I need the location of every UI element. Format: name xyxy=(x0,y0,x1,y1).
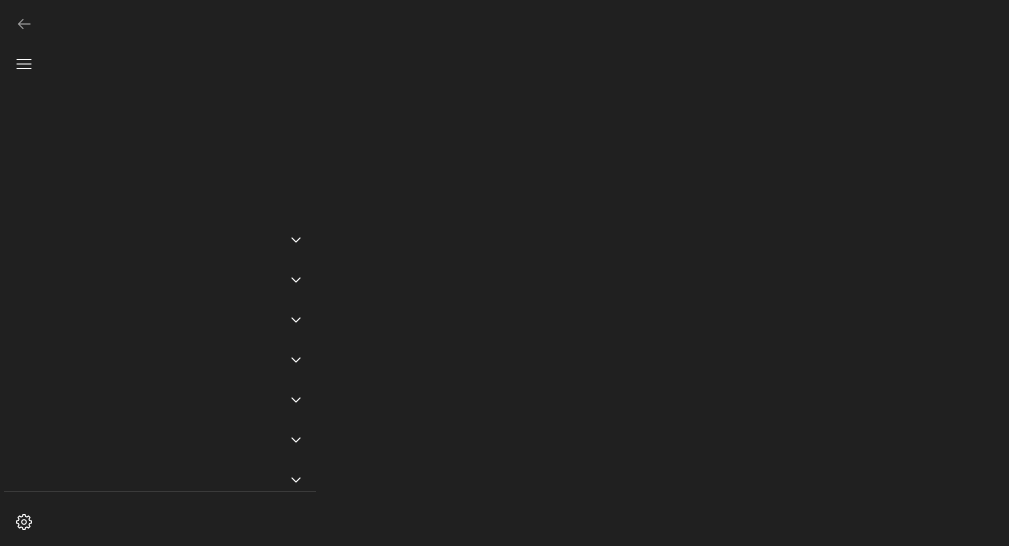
chevron-down-icon xyxy=(291,397,301,403)
nav-group-2[interactable] xyxy=(4,260,316,300)
nav-group-list xyxy=(4,220,316,500)
chevron-down-icon xyxy=(291,277,301,283)
chevron-down-icon xyxy=(291,477,301,483)
chevron-down-icon xyxy=(291,237,301,243)
chevron-down-icon xyxy=(291,317,301,323)
chevron-down-icon xyxy=(291,437,301,443)
nav-group-7[interactable] xyxy=(4,460,316,500)
nav-group-6[interactable] xyxy=(4,420,316,460)
navigation-pane xyxy=(0,0,316,546)
nav-group-1[interactable] xyxy=(4,220,316,260)
nav-group-3[interactable] xyxy=(4,300,316,340)
nav-group-4[interactable] xyxy=(4,340,316,380)
gear-icon xyxy=(16,514,32,530)
settings-button[interactable] xyxy=(4,504,44,540)
nav-footer-divider xyxy=(4,491,316,492)
nav-group-5[interactable] xyxy=(4,380,316,420)
chevron-down-icon xyxy=(291,357,301,363)
app-window xyxy=(0,0,1009,546)
